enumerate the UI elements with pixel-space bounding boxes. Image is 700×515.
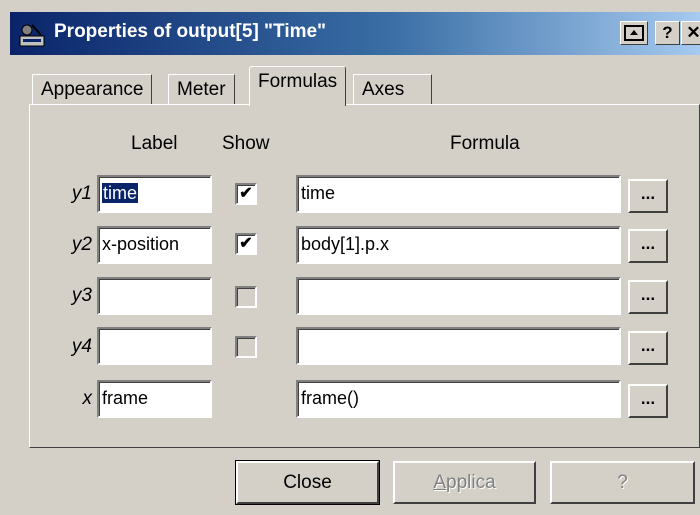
show-checkbox-y1[interactable]: ✔ — [235, 183, 257, 205]
label-field-x[interactable]: frame — [97, 380, 212, 418]
selected-text: time — [102, 183, 139, 203]
tab-axes[interactable]: Axes — [353, 74, 432, 105]
formula-field-y2[interactable]: body[1].p.x — [296, 226, 621, 264]
formula-browse-button-x[interactable]: ... — [628, 384, 668, 418]
formula-browse-button-y3[interactable]: ... — [628, 280, 668, 314]
help-bottom-button[interactable]: ? — [550, 461, 695, 504]
help-button[interactable]: ? — [655, 21, 680, 45]
close-icon[interactable]: ✕ — [681, 21, 700, 45]
title-bar[interactable]: Properties of output[5] "Time" ? ✕ — [10, 12, 700, 55]
row-label-y2: y2 — [71, 234, 92, 255]
row-label-y4: y4 — [71, 336, 92, 357]
formula-browse-button-y4[interactable]: ... — [628, 331, 668, 365]
label-field-y3[interactable] — [97, 277, 212, 315]
formula-column-header: Formula — [450, 133, 520, 154]
window-title: Properties of output[5] "Time" — [54, 21, 327, 42]
row-label-y3: y3 — [71, 285, 92, 306]
label-field-y1[interactable]: time — [97, 175, 212, 213]
label-column-header: Label — [131, 133, 178, 154]
close-button[interactable]: Close — [235, 460, 380, 505]
show-checkbox-y4[interactable] — [235, 336, 257, 358]
tab-formulas[interactable]: Formulas — [249, 66, 347, 106]
formula-field-y3[interactable] — [296, 277, 621, 315]
show-column-header: Show — [222, 133, 270, 154]
formula-field-y1[interactable]: time — [296, 175, 621, 213]
formula-field-y4[interactable] — [296, 327, 621, 365]
context-help-icon[interactable] — [620, 21, 648, 45]
apply-button[interactable]: Applica — [393, 461, 536, 504]
show-checkbox-y2[interactable]: ✔ — [235, 233, 257, 255]
row-label-y1: y1 — [71, 183, 92, 204]
label-field-y4[interactable] — [97, 327, 212, 365]
app-icon — [19, 24, 45, 47]
formula-browse-button-y2[interactable]: ... — [628, 229, 668, 263]
tab-appearance[interactable]: Appearance — [32, 74, 153, 105]
formula-field-x[interactable]: frame() — [296, 380, 621, 418]
tab-meter[interactable]: Meter — [168, 74, 235, 105]
show-checkbox-y3[interactable] — [235, 286, 257, 308]
row-label-x: x — [82, 388, 93, 409]
formula-browse-button-y1[interactable]: ... — [628, 179, 668, 213]
apply-label: pplica — [446, 472, 496, 493]
label-field-y2[interactable]: x-position — [97, 226, 212, 264]
apply-accel: A — [433, 472, 447, 493]
